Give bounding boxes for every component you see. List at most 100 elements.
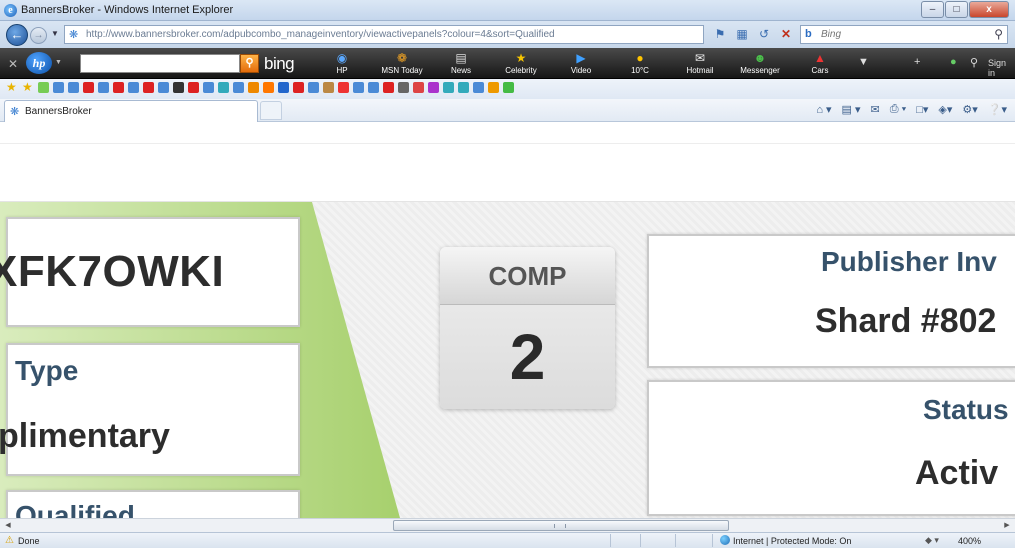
page-menu-icon[interactable]: □▾ [916,103,928,116]
toolbar-item-celebrity[interactable]: ★ Celebrity [493,51,549,75]
favorite-link-icon[interactable] [278,82,289,93]
feeds-icon[interactable]: ▤ ▾ [842,103,861,116]
scroll-right-icon[interactable]: ▶ [1001,521,1013,531]
new-tab-button[interactable] [260,101,282,120]
favorite-link-icon[interactable] [353,82,364,93]
favorite-link-icon[interactable] [83,82,94,93]
toolbar-item-hotmail[interactable]: ✉ Hotmail [672,51,728,75]
maximize-button[interactable]: □ [945,1,968,18]
bing-search-button[interactable]: ⚲ [240,54,259,73]
toolbar-more-chevron-icon[interactable]: ▼ [858,56,869,68]
favorite-link-icon[interactable] [203,82,214,93]
status-divider [712,534,713,547]
forward-button[interactable]: → [30,27,47,44]
window-title-bar: e BannersBroker - Windows Internet Explo… [0,0,1015,21]
scroll-thumb[interactable] [393,520,729,531]
add-favorite-icon[interactable]: ★ [22,81,34,93]
panel-qualified-label: Qualified [15,500,135,518]
publisher-inventory-card: Publisher Inv Shard #802 [647,234,1015,368]
horizontal-scrollbar[interactable]: ◀ ▶ [0,518,1015,532]
security-zone-text[interactable]: Internet | Protected Mode: On [733,536,851,546]
favorite-link-icon[interactable] [458,82,469,93]
warning-icon: ⚠ [5,535,14,546]
protected-mode-icon[interactable]: ◆ ▾ [925,535,939,546]
refresh-icon[interactable]: ↺ [756,26,772,42]
tab-bannersbroker[interactable]: ❋ BannersBroker [4,100,258,122]
favorite-link-icon[interactable] [308,82,319,93]
status-value: Activ [915,454,999,492]
favorite-link-icon[interactable] [488,82,499,93]
favorite-link-icon[interactable] [503,82,514,93]
print-icon[interactable]: ⎙ ▾ [890,103,906,116]
toolbar-item-hp[interactable]: ◉ HP [314,51,370,75]
hp-menu-chevron-icon[interactable]: ▼ [55,59,62,66]
favorite-link-icon[interactable] [38,82,49,93]
url-text[interactable]: http://www.bannersbroker.com/adpubcombo_… [86,29,555,40]
close-window-button[interactable]: x [969,1,1009,18]
favorite-link-icon[interactable] [443,82,454,93]
toolbar-item-messenger[interactable]: ☻ Messenger [732,51,788,75]
minimize-button[interactable]: – [921,1,944,18]
msn-butterfly-icon: ❁ [396,51,408,65]
toolbar-item-video[interactable]: ▶ Video [553,51,609,75]
favorite-link-icon[interactable] [158,82,169,93]
url-field[interactable]: ❋ http://www.bannersbroker.com/adpubcomb… [64,25,704,44]
favorite-link-icon[interactable] [188,82,199,93]
toolbar-search-input[interactable] [80,54,240,73]
help-icon[interactable]: ● [950,56,957,68]
favorite-link-icon[interactable] [293,82,304,93]
search-input[interactable] [821,28,981,41]
stop-icon[interactable]: ✕ [778,26,794,42]
favorite-link-icon[interactable] [113,82,124,93]
tools-menu-icon[interactable]: ⚙▾ [962,103,977,116]
favorite-link-icon[interactable] [143,82,154,93]
panel-type-value: plimentary [0,417,170,455]
recent-pages-dropdown[interactable]: ▼ [51,29,59,38]
toolbar-item-news[interactable]: ▤ News [433,51,489,75]
search-icon[interactable]: ⚲ [994,27,1003,41]
favorite-link-icon[interactable] [413,82,424,93]
add-icon[interactable]: + [914,56,920,68]
favorite-link-icon[interactable] [383,82,394,93]
status-bar: ⚠ Done Internet | Protected Mode: On ◆ ▾… [0,532,1015,548]
favorite-link-icon[interactable] [263,82,274,93]
internet-explorer-icon: e [4,4,17,17]
zoom-level[interactable]: 400% [958,536,981,546]
back-button[interactable]: ← [6,24,28,46]
compatibility-view-icon[interactable]: ▦ [734,26,750,42]
favorite-link-icon[interactable] [338,82,349,93]
favorites-star-icon[interactable]: ★ [6,81,18,93]
favorite-link-icon[interactable] [173,82,184,93]
favorite-link-icon[interactable] [53,82,64,93]
favorite-link-icon[interactable] [428,82,439,93]
mail-icon[interactable]: ✉ [871,103,880,116]
search-box[interactable]: b ⚲ [800,25,1008,44]
favorite-link-icon[interactable] [368,82,379,93]
favorite-link-icon[interactable] [248,82,259,93]
close-toolbar-icon[interactable]: ✕ [8,57,18,71]
sign-in-link[interactable]: Sign in [988,58,1015,78]
hp-logo-icon[interactable]: hp [26,52,52,74]
panel-code-value: XFK7OWKI [0,247,225,296]
weather-sun-icon: ● [636,51,644,65]
favorite-link-icon[interactable] [323,82,334,93]
home-icon[interactable]: ⌂ ▾ [816,103,831,116]
comp-badge: COMP 2 [440,247,615,409]
sign-in-icon[interactable]: ⚲ [970,56,978,69]
favorite-link-icon[interactable] [398,82,409,93]
toolbar-item-weather[interactable]: ● 10°C [612,51,668,75]
favorite-link-icon[interactable] [473,82,484,93]
favorite-link-icon[interactable] [233,82,244,93]
safety-menu-icon[interactable]: ◈▾ [938,103,952,116]
favorite-link-icon[interactable] [218,82,229,93]
favorite-link-icon[interactable] [128,82,139,93]
toolbar-item-cars[interactable]: ▲ Cars [792,51,848,75]
favorite-link-icon[interactable] [68,82,79,93]
page-viewport: XFK7OWKI Type plimentary Qualified COMP … [0,122,1015,518]
internet-zone-icon [720,535,730,545]
help-menu-icon[interactable]: ❔▾ [988,103,1007,116]
toolbar-item-msn-today[interactable]: ❁ MSN Today [374,51,430,75]
scroll-left-icon[interactable]: ◀ [2,521,14,531]
feed-flag-icon[interactable]: ⚑ [712,26,728,42]
favorite-link-icon[interactable] [98,82,109,93]
